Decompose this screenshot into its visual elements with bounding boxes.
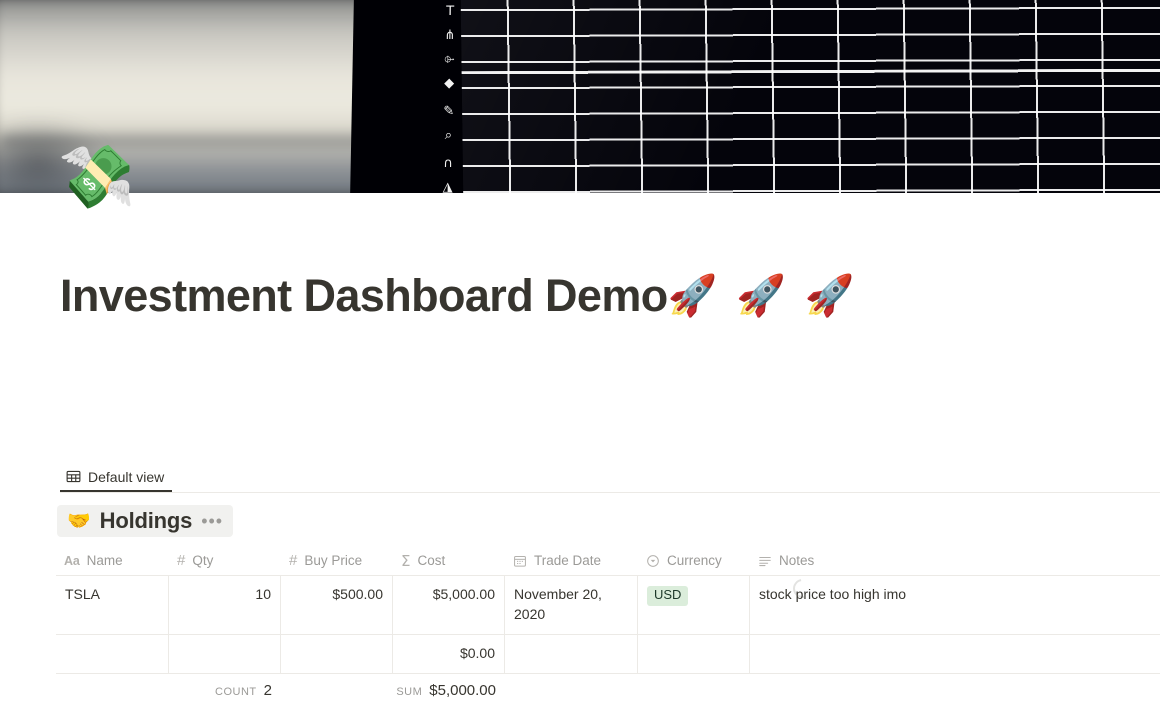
column-header-trade-date[interactable]: Trade Date (505, 546, 638, 575)
table-aggregate-row: COUNT 2 SUM $5,000.00 (56, 674, 1160, 708)
cell-buy-price[interactable]: $500.00 (281, 576, 393, 634)
toolbar-search-icon: ⌕ (444, 128, 453, 143)
database-name[interactable]: Holdings (100, 508, 193, 534)
column-header-currency-label: Currency (667, 553, 722, 568)
database-title-block[interactable]: 🤝 Holdings ••• (57, 505, 234, 537)
table-row[interactable]: $0.00 (56, 634, 1160, 674)
table-header-row: Aa Name # Qty # Buy Price Σ Cost Trade D… (56, 546, 1160, 576)
database-options-menu[interactable]: ••• (201, 512, 223, 530)
aggregate-sum-value: $5,000.00 (429, 682, 496, 700)
select-icon (646, 554, 660, 568)
page-icon-emoji[interactable]: 💸 (58, 146, 135, 208)
cell-notes[interactable] (750, 635, 1160, 673)
table-body: TSLA 10 $500.00 $5,000.00 November 20, 2… (56, 576, 1160, 674)
view-tabs-bar: Default view (60, 463, 1160, 493)
holdings-table: Aa Name # Qty # Buy Price Σ Cost Trade D… (56, 546, 1160, 708)
column-header-name[interactable]: Aa Name (56, 546, 169, 575)
column-header-buy-price[interactable]: # Buy Price (281, 546, 393, 575)
cell-name[interactable]: TSLA (56, 576, 169, 634)
cell-currency[interactable] (638, 634, 750, 673)
currency-tag: USD (647, 586, 689, 606)
aggregate-count-value: 2 (263, 682, 272, 700)
column-header-cost[interactable]: Σ Cost (393, 546, 505, 575)
cell-notes[interactable]: stock price too high imo (750, 576, 1160, 634)
toolbar-arch-icon: ∩ (443, 156, 453, 171)
toolbar-text-icon: T (446, 4, 455, 19)
table-row[interactable]: TSLA 10 $500.00 $5,000.00 November 20, 2… (56, 576, 1160, 635)
title-icon: Aa (64, 553, 80, 568)
cell-qty[interactable]: 10 (169, 576, 281, 634)
toolbar-shape2-icon: ◮ (442, 180, 453, 193)
number-icon: # (289, 552, 298, 569)
column-header-notes[interactable]: Notes (750, 546, 1160, 575)
column-header-name-label: Name (86, 553, 123, 568)
toolbar-shape-icon: ⋔ (444, 28, 456, 43)
aggregate-sum[interactable]: SUM $5,000.00 (393, 682, 505, 699)
column-header-qty-label: Qty (192, 553, 214, 568)
number-icon: # (177, 552, 186, 569)
cover-photo[interactable]: T ⋔ ⌱ ◆ ✎ ⌕ ∩ ◮ (0, 0, 1160, 193)
toolbar-pencil-icon: ✎ (443, 104, 455, 119)
toolbar-table-icon: ⌱ (444, 52, 455, 67)
laptop-screen-grid (460, 0, 1160, 193)
column-header-currency[interactable]: Currency (638, 546, 750, 575)
column-header-trade-date-label: Trade Date (534, 553, 602, 568)
page-title-text: Investment Dashboard Demo (60, 270, 668, 321)
cell-name[interactable] (56, 634, 169, 673)
toolbar-diamond-icon: ◆ (444, 76, 455, 91)
cover-toolbar-strip: T ⋔ ⌱ ◆ ✎ ⌕ ∩ ◮ (435, 0, 464, 193)
aggregate-count-label: COUNT (215, 686, 257, 699)
calendar-icon (513, 554, 527, 568)
database-emoji[interactable]: 🤝 (67, 511, 91, 531)
column-header-buy-price-label: Buy Price (304, 553, 363, 568)
tab-default-view-label: Default view (88, 468, 165, 485)
cell-trade-date[interactable] (505, 634, 638, 673)
formula-icon: Σ (401, 551, 411, 570)
screen-glare (460, 0, 1160, 193)
column-header-qty[interactable]: # Qty (169, 546, 281, 575)
cell-cost[interactable]: $0.00 (393, 634, 505, 673)
page-body: 💸 Investment Dashboard Demo🚀 🚀 🚀 Default… (0, 146, 1160, 724)
text-icon (758, 554, 772, 568)
table-icon (66, 469, 81, 484)
aggregate-count[interactable]: COUNT 2 (169, 682, 281, 699)
cell-qty[interactable] (169, 634, 281, 673)
column-header-cost-label: Cost (417, 553, 446, 568)
cell-cost[interactable]: $5,000.00 (393, 576, 505, 634)
column-header-notes-label: Notes (779, 553, 815, 568)
cell-currency[interactable]: USD (638, 576, 750, 634)
page-title[interactable]: Investment Dashboard Demo🚀 🚀 🚀 (60, 270, 857, 322)
tab-default-view[interactable]: Default view (60, 463, 173, 492)
cell-trade-date[interactable]: November 20, 2020 (505, 576, 638, 634)
cell-buy-price[interactable] (281, 634, 393, 673)
page-title-rocket-emojis: 🚀 🚀 🚀 (667, 273, 858, 319)
aggregate-sum-label: SUM (396, 686, 423, 699)
